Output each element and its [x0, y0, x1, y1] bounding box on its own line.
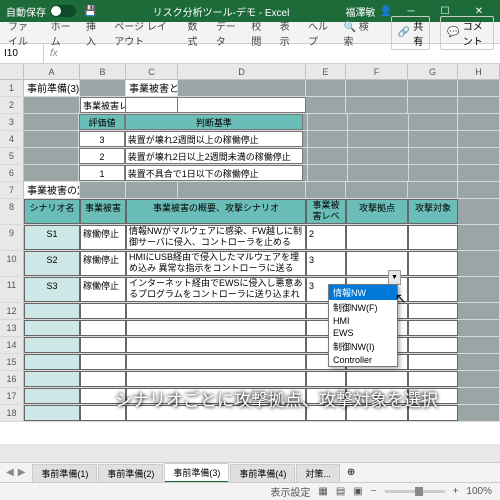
col-header[interactable]: A	[24, 64, 80, 79]
name-box[interactable]: I10	[0, 44, 44, 63]
sheet-nav-next[interactable]: ▶	[18, 467, 26, 478]
col-header[interactable]: B	[80, 64, 126, 79]
ribbon-tabs: ファイル ホーム 挿入 ページ レイアウト 数式 データ 校閲 表示 ヘルプ 🔍…	[0, 22, 500, 44]
section-title-2[interactable]: 事業被害の定義	[24, 182, 80, 198]
dropdown-arrow-icon[interactable]: ▼	[388, 270, 401, 285]
tab-help[interactable]: ヘルプ	[306, 15, 332, 51]
sheet-nav-prev[interactable]: ◀	[6, 467, 14, 478]
zoom-level[interactable]: 100%	[466, 486, 492, 497]
dropdown-option[interactable]: 制御NW(F)	[329, 300, 397, 315]
sheet-tab[interactable]: 事前準備(2)	[98, 464, 163, 482]
share-button[interactable]: 🔗 共有	[391, 16, 430, 50]
tab-layout[interactable]: ページ レイアウト	[112, 15, 175, 51]
caption-overlay: シナリオごとに攻撃拠点、攻撃対象を選択	[115, 386, 438, 411]
sheet-tab[interactable]: 対策...	[296, 464, 340, 482]
sheet-tab-active[interactable]: 事前準備(3)	[164, 463, 229, 483]
dropdown-option[interactable]: 制御NW(I)	[329, 339, 397, 354]
zoom-out[interactable]: −	[371, 486, 377, 497]
select-all[interactable]	[0, 64, 24, 79]
fx-icon[interactable]: fx	[44, 48, 64, 59]
view-normal-icon[interactable]: ▦	[318, 486, 327, 497]
col-header[interactable]: H	[458, 64, 500, 79]
zoom-slider[interactable]	[385, 490, 445, 493]
col-header[interactable]: G	[408, 64, 458, 79]
view-pagebreak-icon[interactable]: ▣	[353, 486, 362, 497]
tab-insert[interactable]: 挿入	[84, 15, 102, 51]
col-header[interactable]: E	[306, 64, 346, 79]
tab-review[interactable]: 校閲	[249, 15, 267, 51]
tab-search[interactable]: 🔍 検索	[342, 15, 371, 51]
dropdown-option[interactable]: Controller	[329, 354, 397, 366]
display-settings[interactable]: 表示設定	[270, 484, 310, 499]
user-avatar[interactable]: 👤	[380, 6, 392, 17]
cursor-icon: ↖	[395, 290, 407, 307]
tab-view[interactable]: 表示	[278, 15, 296, 51]
sheet-tab[interactable]: 事前準備(4)	[230, 464, 295, 482]
dropdown-option[interactable]: 情報NW	[329, 285, 397, 300]
dropdown-option[interactable]: EWS	[329, 327, 397, 339]
autosave-toggle[interactable]	[50, 5, 76, 17]
col-header[interactable]: D	[178, 64, 306, 79]
tab-data[interactable]: データ	[214, 15, 240, 51]
section-title[interactable]: 事前準備(3)	[24, 80, 80, 96]
tab-formula[interactable]: 数式	[186, 15, 204, 51]
dropdown-option[interactable]: HMI	[329, 315, 397, 327]
sheet-tab[interactable]: 事前準備(1)	[32, 464, 97, 482]
comment-button[interactable]: 💬 コメント	[440, 16, 494, 50]
section-subtitle[interactable]: 事業被害と事業被害レベル	[126, 80, 178, 96]
col-header[interactable]: F	[346, 64, 408, 79]
view-layout-icon[interactable]: ▤	[336, 486, 345, 497]
zoom-in[interactable]: +	[453, 486, 459, 497]
tab-home[interactable]: ホーム	[49, 15, 74, 51]
new-sheet-button[interactable]: ⊕	[341, 467, 361, 478]
validation-dropdown[interactable]: 情報NW 制御NW(F) HMI EWS 制御NW(I) Controller	[328, 284, 398, 367]
col-header[interactable]: C	[126, 64, 178, 79]
